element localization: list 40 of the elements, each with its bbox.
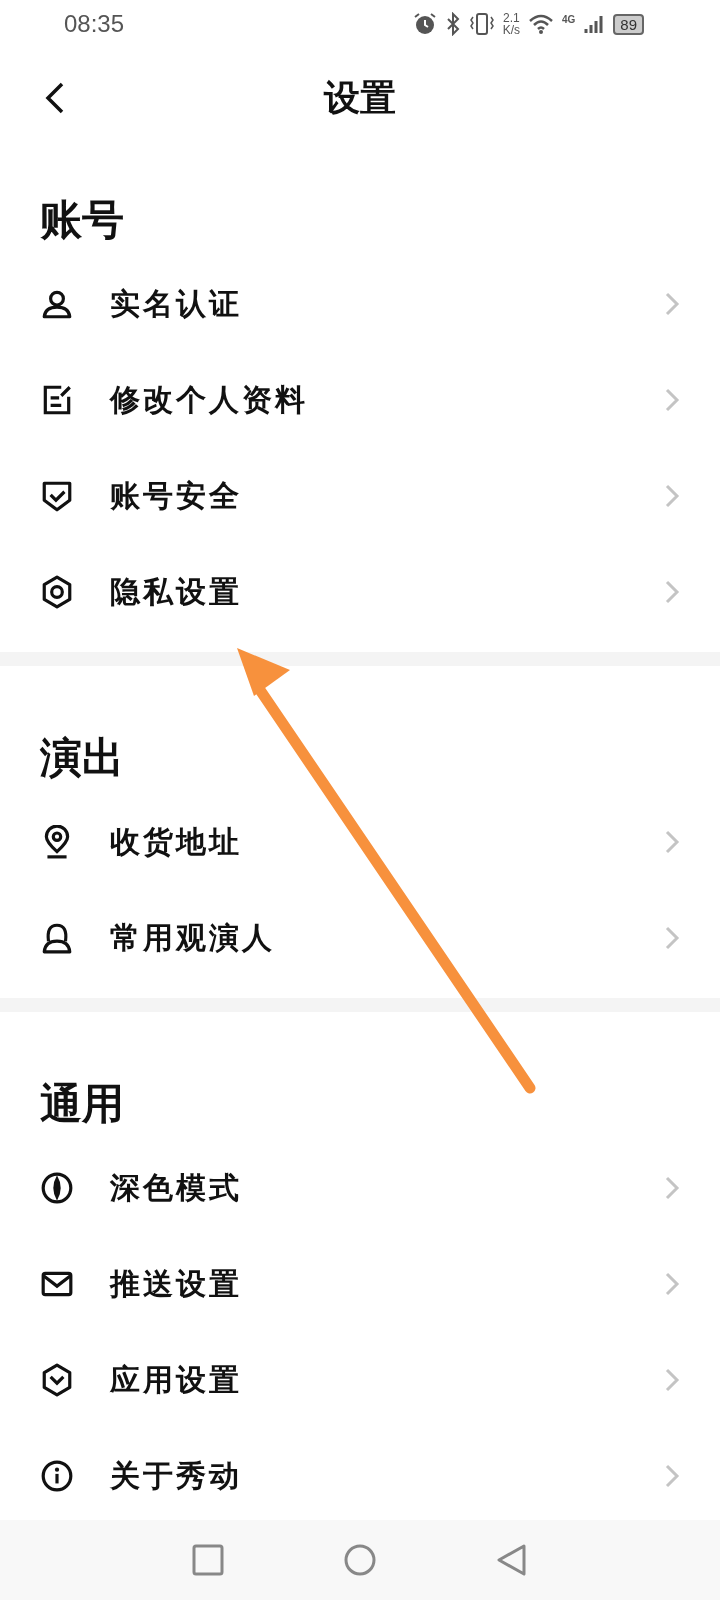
section-heading: 演出 [39, 732, 125, 784]
chevron-icon [664, 925, 680, 951]
settings-row[interactable]: 推送设置 [0, 1236, 720, 1332]
chevron-icon [664, 387, 680, 413]
info-icon [40, 1459, 74, 1493]
settings-row[interactable]: 账号安全 [0, 448, 720, 544]
settings-row[interactable]: 收货地址 [0, 794, 720, 890]
chevron-icon [664, 579, 680, 605]
alarm-icon [412, 12, 437, 36]
chevron-icon [664, 291, 680, 317]
settings-row[interactable]: 关于秀动 [0, 1428, 720, 1520]
contact-icon [40, 921, 74, 955]
status-time: 08:35 [64, 10, 125, 38]
hexagon-icon [40, 575, 74, 609]
bluetooth-icon [444, 12, 461, 36]
home-icon[interactable] [344, 1544, 376, 1576]
shield-icon [40, 479, 74, 513]
vibrate-icon [468, 12, 495, 36]
network-type: 4G [561, 14, 576, 25]
page-title: 设置 [324, 75, 396, 120]
chevron-icon [664, 829, 680, 855]
settings-row[interactable]: 应用设置 [0, 1332, 720, 1428]
chevron-icon [664, 1463, 680, 1489]
settings-row[interactable]: 常用观演人 [0, 890, 720, 986]
section-heading: 通用 [39, 1078, 125, 1130]
chevron-icon [664, 1175, 680, 1201]
settings-row[interactable]: 实名认证 [0, 256, 720, 352]
hexagon-icon [40, 1363, 74, 1397]
chevron-icon [664, 483, 680, 509]
section-heading: 账号 [39, 194, 125, 246]
network-speed: 2.1 K/s [502, 12, 520, 36]
recent-apps-icon[interactable] [192, 1544, 224, 1576]
chevron-icon [664, 1271, 680, 1297]
settings-row[interactable]: 隐私设置 [0, 544, 720, 640]
battery-level: 89 [613, 13, 644, 35]
chevron-icon [664, 1367, 680, 1393]
settings-row[interactable]: 修改个人资料 [0, 352, 720, 448]
wifi-icon [527, 13, 554, 35]
signal-icon [583, 13, 606, 35]
settings-row[interactable]: 深色模式 [0, 1140, 720, 1236]
